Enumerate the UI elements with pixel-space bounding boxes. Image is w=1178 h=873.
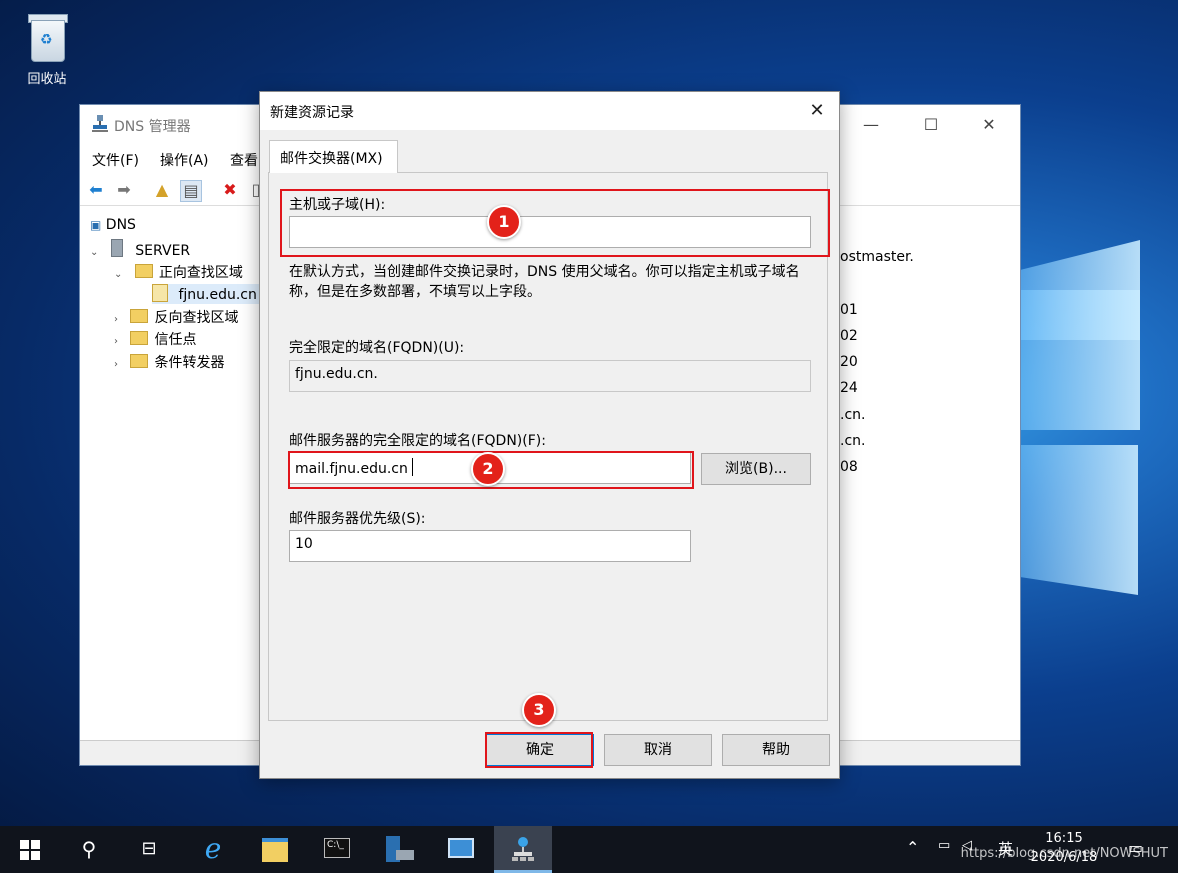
tree-item-conditional-forwarders[interactable]: › 条件转发器 (114, 352, 224, 372)
internet-explorer-icon: e (204, 832, 222, 865)
taskbar-server-manager[interactable] (370, 826, 428, 873)
tab-mail-exchanger[interactable]: 邮件交换器(MX) (269, 140, 398, 173)
record-value: ostmaster. (840, 249, 914, 265)
network-icon[interactable]: ▭ (938, 838, 950, 853)
tree-item-trust-points[interactable]: › 信任点 (114, 329, 196, 349)
record-value: 02 (840, 328, 858, 344)
record-value: 24 (840, 380, 858, 396)
taskbar-ie[interactable]: e (184, 826, 242, 873)
up-folder-icon[interactable]: ▲ (152, 180, 172, 200)
recycle-bin[interactable]: ♻ 回收站 (14, 8, 80, 87)
tree-item-server[interactable]: ⌄ SERVER (90, 239, 190, 259)
search-icon: ⚲ (81, 837, 97, 861)
taskbar: ⚲ ⊟ e C:\_ ⌃ ▭ ◁ 英 16:15 2020/6/18 ▭ htt… (0, 826, 1178, 873)
dns-manager-title: DNS 管理器 (114, 119, 191, 135)
file-explorer-icon (262, 838, 288, 862)
tree-item-forward-zones[interactable]: ⌄ 正向查找区域 (114, 262, 243, 282)
command-prompt-icon: C:\_ (324, 838, 350, 858)
cancel-button[interactable]: 取消 (604, 734, 712, 766)
chevron-right-icon: › (114, 314, 118, 325)
tree-item-zone[interactable]: fjnu.edu.cn (152, 284, 261, 304)
chevron-down-icon: ⌄ (90, 247, 99, 258)
priority-label: 邮件服务器优先级(S): (289, 511, 426, 527)
delete-icon[interactable]: ✖ (220, 180, 240, 200)
show-hide-tree-icon[interactable]: ▤ (180, 180, 202, 202)
zone-icon (152, 284, 168, 302)
forward-arrow-icon[interactable]: ➡ (114, 180, 134, 200)
dns-app-icon (92, 115, 108, 132)
taskbar-explorer[interactable] (246, 826, 304, 873)
search-button[interactable]: ⚲ (60, 826, 118, 873)
record-value: .cn. (840, 407, 866, 423)
tab-panel: 主机或子域(H): 1 在默认方式，当创建邮件交换记录时，DNS 使用父域名。你… (268, 172, 830, 721)
record-value: .cn. (840, 433, 866, 449)
recycle-bin-icon: ♻ (25, 10, 69, 62)
menu-view[interactable]: 查看 (230, 150, 258, 170)
maximize-button[interactable]: ☐ (908, 105, 954, 145)
control-panel-icon (448, 838, 474, 858)
fqdn-field: fjnu.edu.cn. (289, 360, 811, 392)
close-icon[interactable]: ✕ (795, 92, 839, 130)
task-view-icon: ⊟ (141, 838, 157, 859)
chevron-right-icon: › (114, 336, 118, 347)
chevron-down-icon: ⌄ (114, 269, 123, 280)
new-resource-record-dialog: 新建资源记录 ✕ 邮件交换器(MX) 主机或子域(H): 1 在默认方式，当创建… (259, 91, 840, 779)
dialog-title: 新建资源记录 (270, 105, 354, 121)
fqdn-label: 完全限定的域名(FQDN)(U): (289, 340, 465, 356)
menu-action[interactable]: 操作(A) (160, 150, 209, 170)
back-arrow-icon[interactable]: ⬅ (86, 180, 106, 200)
record-value: 08 (840, 459, 858, 475)
taskbar-control-panel[interactable] (432, 826, 490, 873)
start-button[interactable] (0, 826, 58, 873)
record-value: 01 (840, 302, 858, 318)
browse-button[interactable]: 浏览(B)... (701, 453, 811, 485)
watermark: https://blog.csdn.net/NOWSHUT (960, 846, 1168, 861)
step-badge-3: 3 (522, 693, 556, 727)
chevron-right-icon: › (114, 359, 118, 370)
chevron-up-icon[interactable]: ⌃ (906, 838, 919, 857)
tree-item-reverse-zones[interactable]: › 反向查找区域 (114, 307, 238, 327)
record-value: 20 (840, 354, 858, 370)
recycle-bin-label: 回收站 (27, 72, 67, 87)
folder-icon (130, 354, 149, 368)
step-badge-1: 1 (487, 205, 521, 239)
task-view-button[interactable]: ⊟ (120, 826, 178, 873)
minimize-button[interactable]: — (848, 105, 894, 145)
highlight-box-ok (485, 732, 593, 768)
menu-file[interactable]: 文件(F) (92, 150, 139, 170)
mail-server-label: 邮件服务器的完全限定的域名(FQDN)(F): (289, 433, 546, 449)
priority-input[interactable]: 10 (289, 530, 691, 562)
folder-icon (130, 309, 149, 323)
step-badge-2: 2 (471, 452, 505, 486)
server-icon (110, 239, 123, 257)
taskbar-cmd[interactable]: C:\_ (308, 826, 366, 873)
hint-text: 在默认方式，当创建邮件交换记录时，DNS 使用父域名。你可以指定主机或子域名称，… (289, 264, 800, 300)
close-window-button[interactable]: ✕ (966, 105, 1012, 145)
folder-icon (134, 264, 153, 278)
dns-manager-icon (512, 837, 534, 861)
folder-icon (130, 331, 149, 345)
wallpaper-light-mid (1020, 290, 1140, 430)
dns-node-icon: ▣ (90, 218, 102, 232)
details-pane: ostmaster. 01 02 20 24 .cn. .cn. 08 (840, 209, 1020, 737)
tree-item-dns[interactable]: ▣ DNS (90, 217, 136, 237)
dialog-titlebar: 新建资源记录 ✕ (260, 92, 839, 130)
highlight-box-host (280, 189, 830, 257)
wallpaper-light-lower (1020, 445, 1138, 595)
taskbar-dns-manager[interactable] (494, 826, 552, 873)
help-button[interactable]: 帮助 (722, 734, 830, 766)
windows-logo-icon (20, 840, 40, 860)
console-tree: ▣ DNS ⌄ SERVER ⌄ 正向查找区域 fjnu.edu.cn › 反向… (80, 209, 261, 737)
